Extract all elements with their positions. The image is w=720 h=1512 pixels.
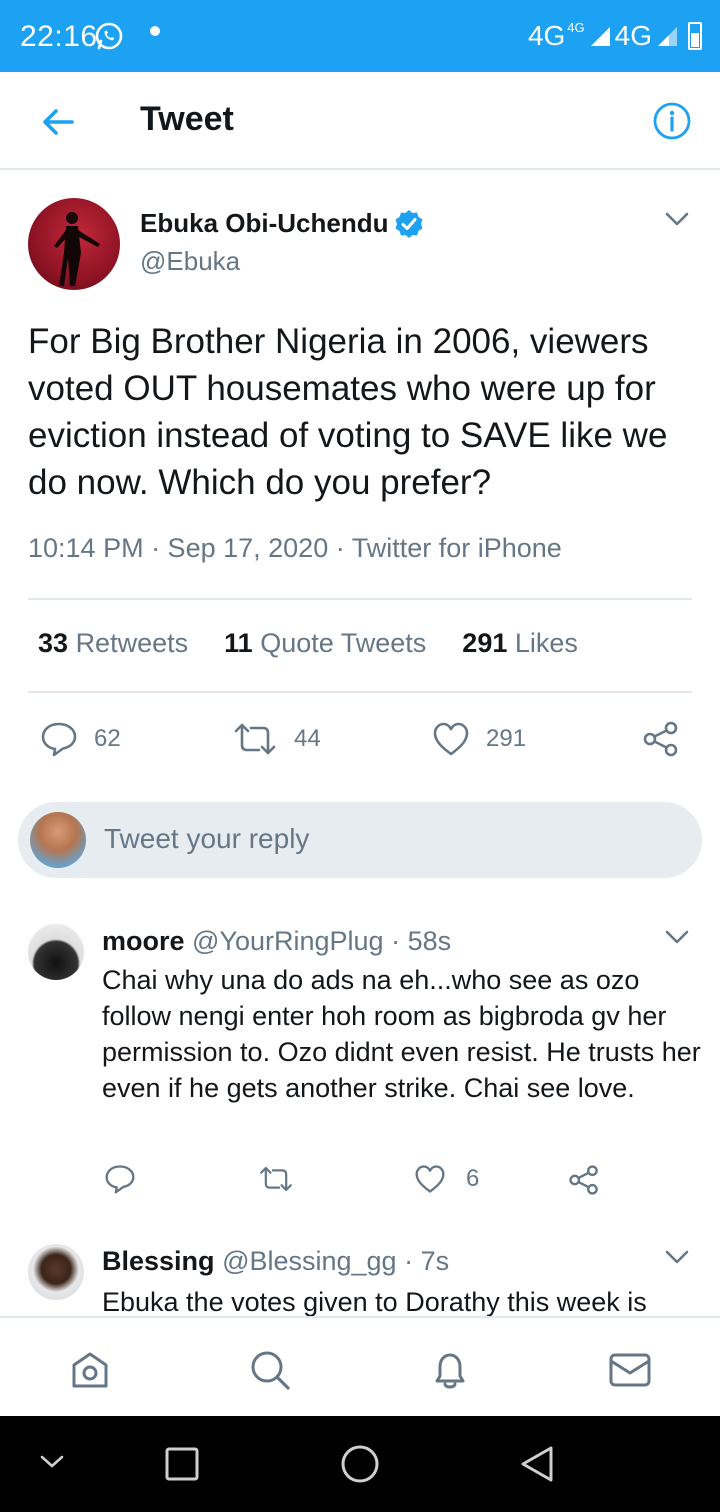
reply-text: Chai why una do ads na eh...who see as o…	[102, 965, 701, 1103]
retweets-stat[interactable]: 33 Retweets	[38, 628, 188, 659]
status-time: 22:16	[20, 20, 98, 53]
reply-author-name[interactable]: moore	[102, 926, 185, 956]
home-icon[interactable]	[68, 1348, 112, 1392]
chevron-down-icon[interactable]	[664, 206, 690, 232]
divider	[28, 691, 692, 693]
like-count: 291	[486, 725, 527, 752]
verified-badge-icon	[395, 210, 423, 238]
whatsapp-icon	[95, 22, 123, 50]
author-handle[interactable]: @Ebuka	[140, 246, 240, 277]
signal-icon	[658, 27, 677, 46]
share-icon[interactable]	[568, 1164, 600, 1196]
notification-dot	[150, 26, 160, 36]
retweets-count: 33	[38, 628, 69, 658]
author-name[interactable]: Ebuka Obi-Uchendu	[140, 208, 388, 239]
reply-count: 62	[94, 725, 121, 752]
avatar-image	[54, 212, 100, 286]
reply-time: · 58s	[391, 926, 452, 956]
chevron-down-icon[interactable]	[664, 924, 690, 950]
retweet-icon	[234, 723, 276, 755]
like-button[interactable]: 6	[414, 1164, 479, 1194]
reply-author-handle[interactable]: @Blessing_gg	[222, 1246, 397, 1276]
reply-button[interactable]: 62	[40, 721, 121, 757]
tweet-stats: 33 Retweets 11 Quote Tweets 291 Likes	[38, 628, 578, 659]
network-type-label-2: 4G	[614, 20, 652, 51]
back-arrow-icon[interactable]	[38, 102, 78, 142]
chevron-down-icon[interactable]	[664, 1244, 690, 1270]
collapse-icon[interactable]	[38, 1452, 66, 1472]
retweet-button[interactable]: 44	[232, 721, 321, 757]
battery-icon	[688, 22, 702, 50]
reply-icon	[41, 722, 77, 757]
network-type-label: 4G	[527, 20, 566, 51]
home-circle-icon[interactable]	[340, 1444, 380, 1484]
likes-stat[interactable]: 291 Likes	[462, 628, 578, 659]
back-triangle-icon[interactable]	[518, 1444, 556, 1484]
search-icon[interactable]	[248, 1348, 292, 1392]
divider	[28, 598, 692, 600]
quotes-label: Quote Tweets	[260, 628, 427, 658]
reply-button[interactable]	[104, 1164, 136, 1194]
like-count: 6	[466, 1165, 480, 1192]
notifications-icon[interactable]	[428, 1348, 472, 1392]
reply-time: · 7s	[404, 1246, 450, 1276]
current-user-avatar	[30, 812, 86, 868]
retweet-icon	[260, 1166, 292, 1192]
messages-icon[interactable]	[608, 1348, 652, 1392]
reply-avatar[interactable]	[28, 1244, 84, 1300]
reply-composer[interactable]: Tweet your reply	[18, 802, 702, 878]
like-icon	[433, 722, 469, 756]
status-bar: 22:16 4G 4G 4G	[0, 0, 720, 72]
signal-icon	[590, 27, 610, 46]
tweet-text: For Big Brother Nigeria in 2006, viewers…	[28, 322, 668, 502]
reply-author-handle[interactable]: @YourRingPlug	[192, 926, 384, 956]
retweet-button[interactable]	[258, 1164, 294, 1194]
reply-input-placeholder[interactable]: Tweet your reply	[104, 823, 309, 855]
share-icon[interactable]	[642, 720, 680, 758]
reply-text: Ebuka the votes given to Dorathy this we…	[102, 1287, 647, 1317]
recents-icon[interactable]	[164, 1446, 200, 1482]
bottom-navigation	[0, 1316, 720, 1416]
reply-icon	[105, 1165, 135, 1194]
info-icon[interactable]	[652, 101, 692, 141]
quotes-stat[interactable]: 11 Quote Tweets	[224, 628, 426, 659]
reply-header: Blessing @Blessing_gg · 7s	[102, 1246, 449, 1277]
system-navigation-bar	[0, 1416, 720, 1512]
author-avatar[interactable]	[28, 198, 120, 290]
reply-avatar[interactable]	[28, 924, 84, 980]
reply-author-name[interactable]: Blessing	[102, 1246, 215, 1276]
page-title: Tweet	[140, 100, 234, 138]
tweet-meta: 10:14 PM · Sep 17, 2020 · Twitter for iP…	[28, 533, 562, 563]
like-icon	[415, 1165, 445, 1193]
reply-header: moore @YourRingPlug · 58s	[102, 926, 451, 957]
retweet-count: 44	[294, 725, 321, 752]
likes-label: Likes	[514, 628, 578, 658]
likes-count: 291	[462, 628, 508, 658]
retweets-label: Retweets	[75, 628, 189, 658]
network-type-sup: 4G	[567, 19, 585, 35]
network-indicators: 4G 4G 4G	[528, 18, 702, 54]
top-app-bar: Tweet	[0, 72, 720, 170]
like-button[interactable]: 291	[432, 721, 526, 757]
quotes-count: 11	[224, 628, 253, 658]
